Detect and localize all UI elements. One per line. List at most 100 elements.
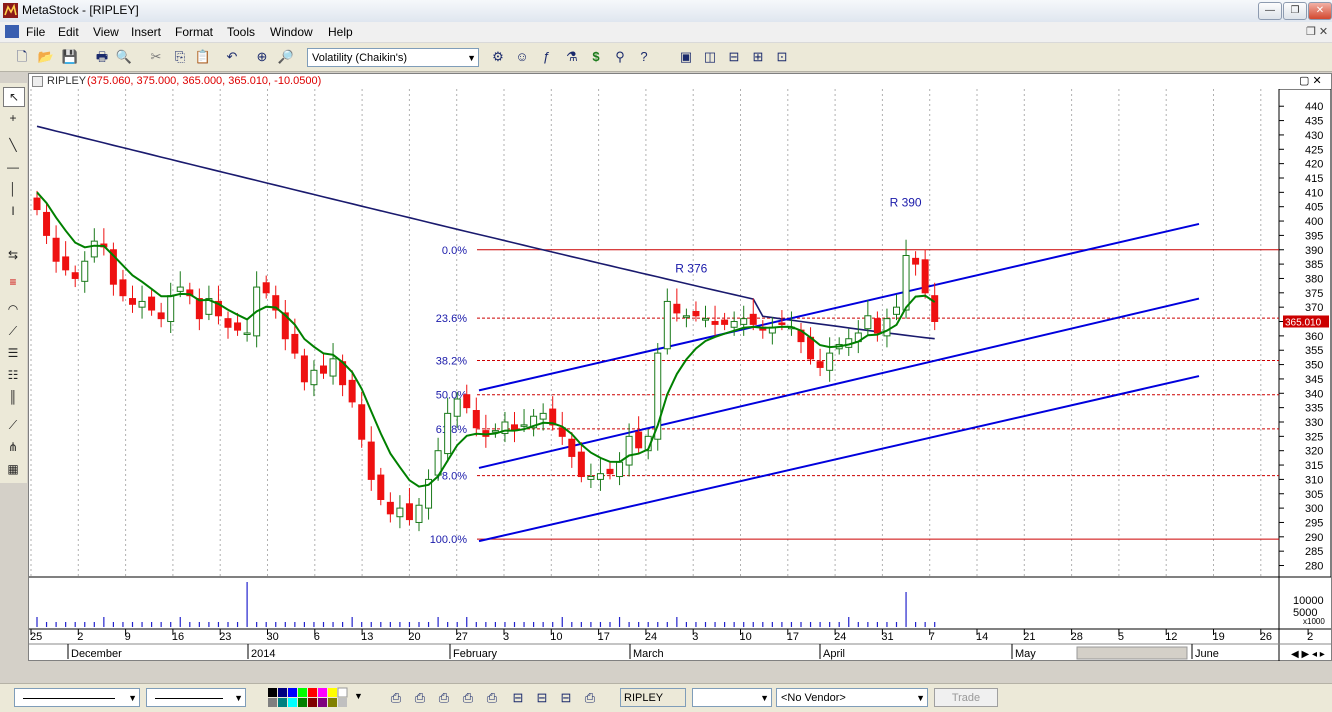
candle-body: [367, 441, 375, 480]
save-icon[interactable]: 💾: [60, 47, 80, 67]
chart-window-controls[interactable]: ▢ ✕: [1299, 74, 1322, 87]
open-icon[interactable]: 📂: [36, 47, 56, 67]
layout-d-icon[interactable]: ⎙: [580, 688, 600, 708]
chart-symbol: RIPLEY: [47, 75, 87, 87]
candle-body: [129, 298, 136, 305]
explorer-icon[interactable]: ☺: [512, 47, 532, 67]
undo-icon[interactable]: ↶: [222, 47, 242, 67]
cut-icon[interactable]: ✂: [146, 47, 166, 67]
x-month-label: June: [1195, 648, 1219, 660]
zoom-icon[interactable]: 🔎: [276, 47, 296, 67]
y-tick-label: 430: [1305, 130, 1323, 142]
mdi-restore-icon[interactable]: ❐ ✕: [1306, 25, 1328, 38]
trade-button[interactable]: Trade: [934, 688, 998, 707]
expert-advisor-icon[interactable]: ⚙: [488, 47, 508, 67]
attach-right-icon[interactable]: ⎙: [410, 688, 430, 708]
x-day-label: 14: [976, 631, 988, 643]
arcs-icon[interactable]: ◠: [3, 300, 23, 318]
y-tick-label: 375: [1305, 288, 1323, 300]
menu-insert[interactable]: Insert: [131, 25, 161, 39]
maximize-button[interactable]: ❐: [1283, 2, 1307, 20]
fibonacci-icon[interactable]: ≡: [3, 273, 23, 291]
trendline-icon[interactable]: ╲: [3, 136, 23, 154]
menu-window[interactable]: Window: [270, 25, 313, 39]
scroll-arrows-icon[interactable]: ⇆: [3, 246, 23, 264]
print-icon[interactable]: 🖶: [92, 47, 112, 67]
menu-help[interactable]: Help: [328, 25, 353, 39]
security-select[interactable]: ▼: [692, 688, 772, 707]
y-tick-label: 300: [1305, 503, 1323, 515]
help-pointer-icon[interactable]: ?: [634, 47, 654, 67]
document-icon[interactable]: [5, 25, 19, 38]
text-tool-icon[interactable]: Ι: [3, 202, 23, 220]
menu-tools[interactable]: Tools: [227, 25, 255, 39]
menu-view[interactable]: View: [93, 25, 119, 39]
vendor-select[interactable]: <No Vendor> ▼: [776, 688, 928, 707]
toolbar: 🗋 📂 💾 🖶 🔍 ✂ ⎘ 📋 ↶ ⊕ 🔎 Volatility (Chaiki…: [0, 43, 1332, 72]
attach-open-icon[interactable]: ⎙: [482, 688, 502, 708]
candle-body: [43, 211, 51, 236]
price-chart[interactable]: 25 2 9 16 23 30 6 13 20 27 3 10 17 24 3 10 17 24 31 7 14 21 28…: [29, 89, 1331, 661]
vertical-line-icon[interactable]: │: [3, 180, 23, 198]
tile-vertical-icon[interactable]: ◫: [700, 47, 720, 67]
candle-body: [167, 295, 175, 323]
tile-grid-icon[interactable]: ⊞: [748, 47, 768, 67]
x-day-label: 28: [1071, 631, 1083, 643]
system-tester-icon[interactable]: ⚗: [562, 47, 582, 67]
candle-body: [62, 256, 70, 271]
color-palette[interactable]: [268, 687, 352, 709]
cycle-lines-icon[interactable]: ║: [3, 388, 23, 406]
layout-a-icon[interactable]: ⊟: [508, 688, 528, 708]
indicator-select[interactable]: Volatility (Chaikin's) ▼: [307, 48, 479, 67]
layout-b-icon[interactable]: ⊟: [532, 688, 552, 708]
candle-body: [310, 369, 318, 386]
candle-body: [300, 355, 308, 383]
line-style-select[interactable]: ▼: [14, 688, 140, 707]
horizontal-line-icon[interactable]: —: [3, 158, 23, 176]
layout-c-icon[interactable]: ⊟: [556, 688, 576, 708]
close-button[interactable]: ✕: [1308, 2, 1332, 20]
gann-icon[interactable]: ⟋: [3, 416, 23, 434]
menu-file[interactable]: File: [26, 25, 45, 39]
layout-icon[interactable]: ⊡: [772, 47, 792, 67]
candle-body: [616, 461, 624, 478]
formula-icon[interactable]: ƒ: [536, 47, 556, 67]
dollar-icon[interactable]: $: [586, 47, 606, 67]
attach-high-icon[interactable]: ⎙: [434, 688, 454, 708]
attach-low-icon[interactable]: ⎙: [458, 688, 478, 708]
y-tick-label: 410: [1305, 187, 1323, 199]
x-day-label: 17: [598, 631, 610, 643]
chevron-down-icon[interactable]: ▼: [354, 691, 363, 701]
candle-body: [520, 424, 528, 427]
crosshair-icon[interactable]: ⊕: [252, 47, 272, 67]
candle-body: [453, 398, 461, 417]
symbol-field[interactable]: RIPLEY: [620, 688, 686, 707]
cascade-icon[interactable]: ▣: [676, 47, 696, 67]
attach-left-icon[interactable]: ⎙: [386, 688, 406, 708]
menu-edit[interactable]: Edit: [58, 25, 79, 39]
x-month-label: May: [1015, 648, 1036, 660]
copy-icon[interactable]: ⎘: [170, 47, 190, 67]
new-icon[interactable]: 🗋: [12, 47, 32, 67]
andrews-pitchfork-icon[interactable]: ⋔: [3, 438, 23, 456]
binoculars-icon[interactable]: ⚲: [610, 47, 630, 67]
retracement-icon[interactable]: ☰: [3, 344, 23, 362]
print-preview-icon[interactable]: 🔍: [114, 47, 134, 67]
y-tick-label: 440: [1305, 101, 1323, 113]
paste-icon[interactable]: 📋: [193, 47, 213, 67]
metastock-logo-icon: [3, 3, 18, 18]
line-weight-select[interactable]: ▼: [146, 688, 246, 707]
fan-icon[interactable]: ⟋: [3, 322, 23, 340]
pointer-icon[interactable]: ↖: [3, 87, 25, 107]
minimize-button[interactable]: —: [1258, 2, 1282, 20]
candle-body: [749, 313, 757, 325]
x-day-label: 24: [645, 631, 657, 643]
x-day-label: 31: [881, 631, 893, 643]
crosshair-tool-icon[interactable]: +: [3, 109, 23, 127]
grid-pattern-icon[interactable]: ▦: [3, 460, 23, 478]
color-palette-swatches[interactable]: [268, 687, 352, 709]
tile-horizontal-icon[interactable]: ⊟: [724, 47, 744, 67]
x-day-label: 9: [125, 631, 131, 643]
projection-icon[interactable]: ☷: [3, 366, 23, 384]
menu-format[interactable]: Format: [175, 25, 213, 39]
